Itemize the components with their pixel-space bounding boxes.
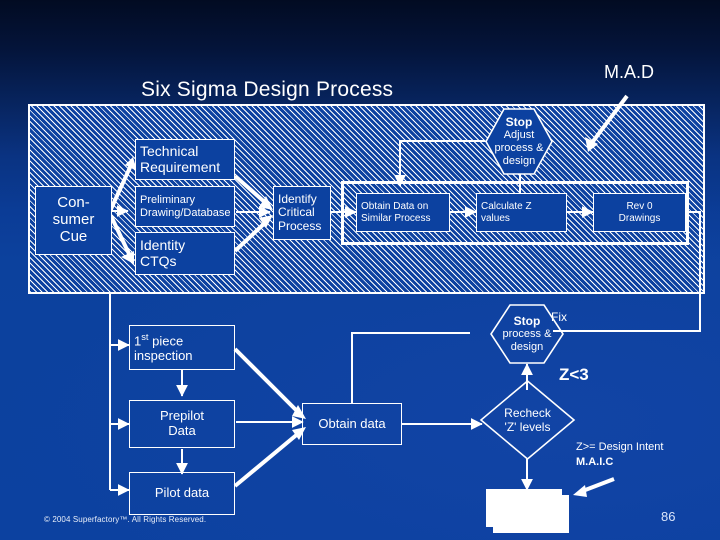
rev0-line-1: Rev 0 xyxy=(626,201,653,213)
box-preliminary-drawing-database[interactable]: Preliminary Drawing/Database xyxy=(135,186,235,227)
consumer-cue-line-3: Cue xyxy=(59,227,88,245)
box-technical-requirement[interactable]: Technical Requirement xyxy=(135,139,235,180)
stop-hexagon-outline xyxy=(485,108,553,175)
prepilot-line-1: Prepilot xyxy=(159,408,205,424)
preliminary-line-1: Preliminary xyxy=(140,194,196,207)
first-piece-line-2: inspection xyxy=(134,347,193,363)
box-identify-critical-process[interactable]: Identify Critical Process xyxy=(273,186,331,240)
consumer-cue-line-2: sumer xyxy=(52,211,95,229)
identity-ctqs-line-2: CTQs xyxy=(140,252,177,269)
identify-critical-line-3: Process xyxy=(278,218,322,233)
first-piece-line-1: 1st piece xyxy=(134,331,184,349)
box-prepilot-data[interactable]: Prepilot Data xyxy=(129,400,235,448)
calculate-z-line-1: Calculate Z xyxy=(481,201,532,213)
label-fix: Fix xyxy=(551,310,567,324)
obtain-similar-line-2: Similar Process xyxy=(361,212,431,224)
consumer-cue-line-1: Con- xyxy=(57,194,90,212)
box-consumer-cue[interactable]: Con- sumer Cue xyxy=(35,186,112,255)
box-identity-ctqs[interactable]: Identity CTQs xyxy=(135,232,235,275)
slide-canvas: Six Sigma Design Process M.A.D Con- sume… xyxy=(0,0,720,540)
preliminary-line-2: Drawing/Database xyxy=(140,206,231,219)
technical-requirement-line-2: Requirement xyxy=(140,158,221,175)
pilot-data-line-1: Pilot data xyxy=(154,485,210,501)
page-number: 86 xyxy=(661,509,676,524)
box-rev0-drawings[interactable]: Rev 0 Drawings xyxy=(593,193,686,232)
first-piece-superscript: st xyxy=(141,331,149,342)
slide-title: Six Sigma Design Process xyxy=(141,78,394,101)
box-obtain-data-similar-process[interactable]: Obtain Data on Similar Process xyxy=(356,193,450,232)
box-calculate-z-values[interactable]: Calculate Z values xyxy=(476,193,567,232)
identify-critical-line-1: Identify xyxy=(278,191,317,206)
copyright-notice: © 2004 Superfactory™. All Rights Reserve… xyxy=(44,515,207,524)
prepilot-line-2: Data xyxy=(168,423,196,438)
label-maic: M.A.I.C xyxy=(576,456,614,468)
shape-recheck-z-levels[interactable]: Recheck 'Z' levels xyxy=(479,379,576,461)
rev0-line-2: Drawings xyxy=(618,212,661,224)
recheck-diamond-outline xyxy=(479,379,576,461)
obtain-data-line-1: Obtain data xyxy=(318,415,386,431)
box-obtain-data[interactable]: Obtain data xyxy=(302,403,402,445)
calculate-z-line-2: values xyxy=(481,212,510,224)
label-z-less-than-3: Z<3 xyxy=(559,365,589,384)
box-pilot-data[interactable]: Pilot data xyxy=(129,472,235,515)
technical-requirement-line-1: Technical xyxy=(140,142,199,159)
mad-label: M.A.D xyxy=(604,62,655,82)
identity-ctqs-line-1: Identity xyxy=(140,236,186,253)
box-first-piece-inspection[interactable]: 1st piece inspection xyxy=(129,325,235,370)
identify-critical-line-2: Critical xyxy=(278,205,315,220)
obtain-similar-line-1: Obtain Data on xyxy=(361,201,429,213)
label-z-ge-design-intent: Z>= Design Intent xyxy=(576,441,664,453)
shape-stop-adjust[interactable]: Stop Adjust process & design xyxy=(485,108,553,175)
box-blank-white[interactable] xyxy=(486,489,562,527)
